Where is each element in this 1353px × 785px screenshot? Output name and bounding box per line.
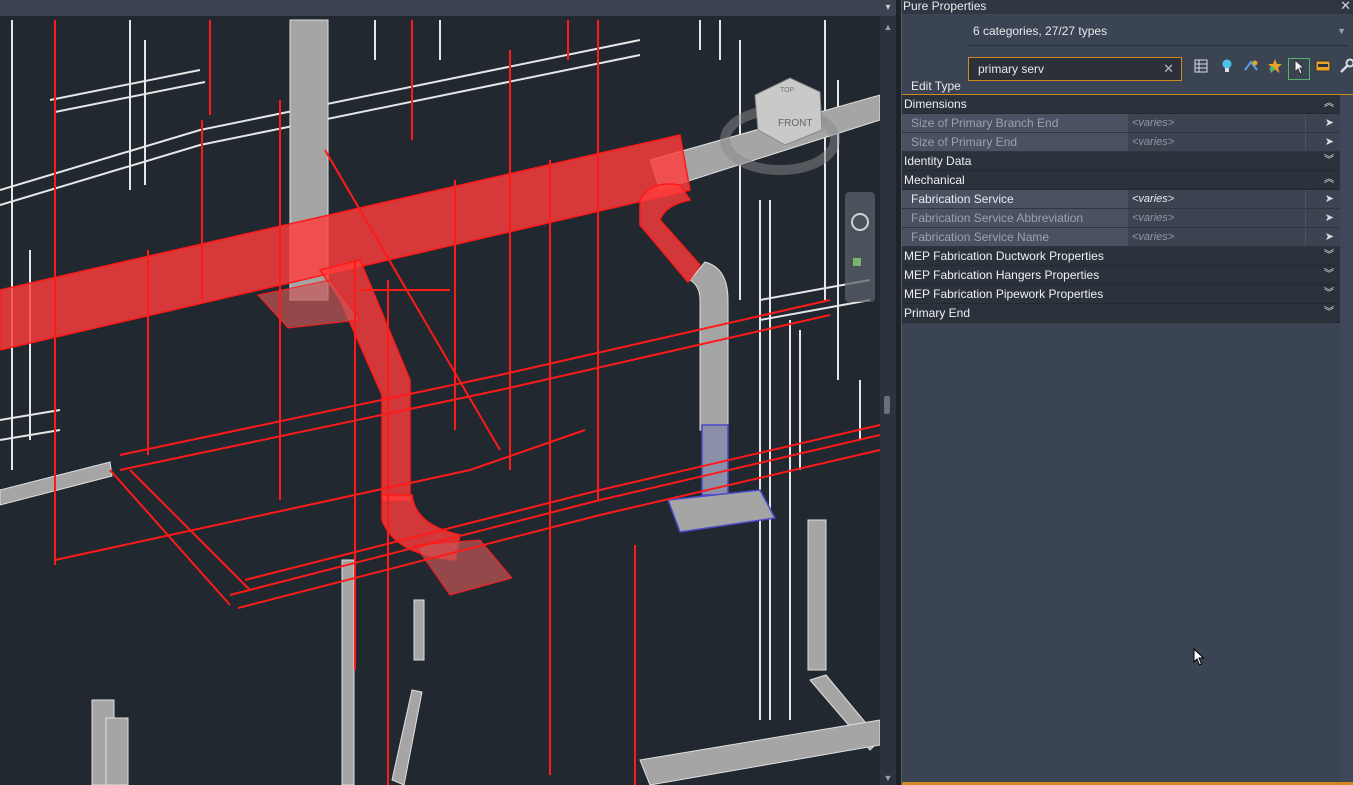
3d-model-scene[interactable]: FRONT TOP [0, 0, 880, 785]
category-label: Primary End [904, 306, 971, 320]
view-cube-front-label[interactable]: FRONT [778, 118, 812, 129]
expand-icon[interactable]: ︾ [1324, 266, 1334, 284]
select-fx-icon[interactable] [1240, 58, 1262, 80]
property-name: Size of Primary End [902, 133, 1128, 151]
category-label: MEP Fabrication Pipework Properties [904, 287, 1104, 301]
wrench-icon[interactable] [1336, 58, 1353, 80]
star-icon[interactable] [1264, 58, 1286, 80]
viewport-vertical-scrollbar[interactable]: ▲ ▼ [880, 16, 896, 785]
collapse-icon[interactable]: ︽ [1324, 95, 1334, 113]
category-mep-pipework[interactable]: MEP Fabrication Pipework Properties ︾ [902, 285, 1340, 304]
category-label: Identity Data [904, 154, 972, 168]
select-pointer-icon[interactable]: ➤ [1305, 228, 1340, 246]
category-identity-data[interactable]: Identity Data ︾ [902, 152, 1340, 171]
select-pointer-icon[interactable]: ➤ [1305, 114, 1340, 132]
property-value[interactable]: <varies> [1129, 228, 1304, 246]
property-value[interactable]: <varies> [1129, 209, 1304, 227]
property-row[interactable]: Size of Primary End <varies> ➤ [902, 133, 1340, 152]
properties-panel: Pure Properties ✕ 6 categories, 27/27 ty… [901, 0, 1353, 785]
category-mep-hangers[interactable]: MEP Fabrication Hangers Properties ︾ [902, 266, 1340, 285]
category-label: Dimensions [904, 97, 967, 111]
category-mechanical[interactable]: Mechanical ︽ [902, 171, 1340, 190]
scroll-down-arrow-icon[interactable]: ▼ [880, 771, 896, 785]
property-value[interactable]: <varies> [1129, 133, 1304, 151]
search-input[interactable]: primary serv ✕ [968, 57, 1182, 81]
edit-type-button[interactable]: Edit Type [911, 79, 961, 93]
viewport-title-bar [0, 0, 880, 16]
expand-icon[interactable]: ︾ [1324, 304, 1334, 322]
expand-icon[interactable]: ︾ [1324, 285, 1334, 303]
select-pointer-icon[interactable]: ➤ [1305, 209, 1340, 227]
category-filter-label: 6 categories, 27/27 types [973, 24, 1108, 38]
model-viewport[interactable]: FRONT TOP [0, 0, 880, 785]
category-label: MEP Fabrication Hangers Properties [904, 268, 1100, 282]
scroll-thumb[interactable] [884, 396, 890, 414]
panel-vertical-scrollbar[interactable] [1340, 95, 1353, 785]
property-row[interactable]: Fabrication Service Name <varies> ➤ [902, 228, 1340, 247]
select-pointer-icon[interactable] [1288, 58, 1310, 80]
viewport-menu-arrow-icon[interactable]: ▾ [880, 0, 896, 16]
category-label: MEP Fabrication Ductwork Properties [904, 249, 1104, 263]
zoom-icon[interactable] [853, 258, 861, 266]
clear-search-icon[interactable]: ✕ [1163, 58, 1174, 80]
close-icon[interactable]: ✕ [1340, 0, 1351, 12]
panel-title-bar: Pure Properties ✕ [902, 0, 1353, 14]
property-row[interactable]: Size of Primary Branch End <varies> ➤ [902, 114, 1340, 133]
property-grid: Dimensions ︽ Size of Primary Branch End … [902, 95, 1340, 323]
category-filter-dropdown[interactable]: 6 categories, 27/27 types ▼ [968, 16, 1348, 46]
property-row[interactable]: Fabrication Service Abbreviation <varies… [902, 209, 1340, 228]
property-row[interactable]: Fabrication Service <varies> ➤ [902, 190, 1340, 209]
category-label: Mechanical [904, 173, 965, 187]
chevron-down-icon[interactable]: ▼ [1337, 16, 1346, 46]
property-name: Fabrication Service [902, 190, 1128, 208]
category-dimensions[interactable]: Dimensions ︽ [902, 95, 1340, 114]
select-pointer-icon[interactable]: ➤ [1305, 133, 1340, 151]
table-list-icon[interactable] [1190, 58, 1212, 80]
property-value[interactable]: <varies> [1129, 190, 1304, 208]
panel-icon[interactable] [1312, 58, 1334, 80]
property-name: Fabrication Service Abbreviation [902, 209, 1128, 227]
property-name: Fabrication Service Name [902, 228, 1128, 246]
view-cube-top-label[interactable]: TOP [780, 87, 795, 94]
select-pointer-icon[interactable]: ➤ [1305, 190, 1340, 208]
search-input-value: primary serv [978, 62, 1045, 76]
property-name: Size of Primary Branch End [902, 114, 1128, 132]
category-mep-ductwork[interactable]: MEP Fabrication Ductwork Properties ︾ [902, 247, 1340, 266]
view-cube[interactable]: FRONT TOP [720, 77, 840, 175]
mouse-cursor-icon [1193, 648, 1205, 666]
collapse-icon[interactable]: ︽ [1324, 171, 1334, 189]
lightbulb-icon[interactable] [1216, 58, 1238, 80]
expand-icon[interactable]: ︾ [1324, 152, 1334, 170]
expand-icon[interactable]: ︾ [1324, 247, 1334, 265]
navigation-bar[interactable] [845, 192, 875, 302]
scroll-up-arrow-icon[interactable]: ▲ [880, 20, 896, 34]
property-value[interactable]: <varies> [1129, 114, 1304, 132]
panel-title: Pure Properties [903, 0, 987, 13]
selected-red-elements [0, 134, 701, 596]
category-primary-end[interactable]: Primary End ︾ [902, 304, 1340, 323]
